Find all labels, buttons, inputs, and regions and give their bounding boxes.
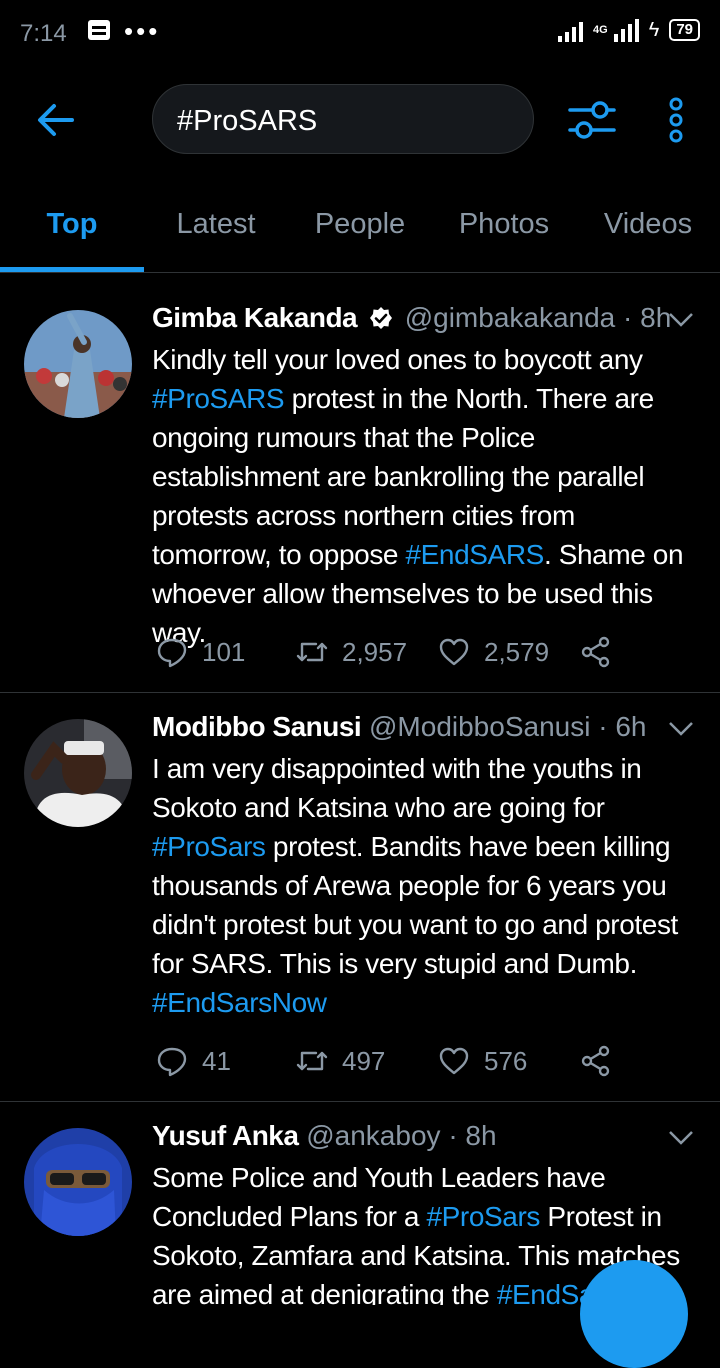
tab-photos[interactable]: Photos bbox=[432, 190, 576, 272]
notification-icon bbox=[88, 20, 110, 40]
charging-icon: ϟ bbox=[648, 18, 660, 41]
author-handle[interactable]: @gimbakakanda bbox=[405, 302, 616, 333]
signal-icon-2 bbox=[613, 18, 639, 42]
reply-count: 41 bbox=[202, 1045, 231, 1076]
tab-videos[interactable]: Videos bbox=[576, 190, 720, 272]
tweet-time: 8h bbox=[640, 302, 672, 333]
tweet-time: 8h bbox=[465, 1120, 497, 1151]
more-options-icon[interactable] bbox=[664, 96, 688, 144]
reply-count: 101 bbox=[202, 636, 246, 667]
retweet-button[interactable]: 2,957 bbox=[296, 636, 438, 668]
back-arrow-icon[interactable] bbox=[36, 102, 76, 138]
hashtag-link[interactable]: #ProSars bbox=[152, 831, 266, 862]
hashtag-link[interactable]: #EndSarsNow bbox=[152, 987, 327, 1018]
tweet-header: Yusuf Anka @ankaboy · 8h bbox=[152, 1120, 497, 1152]
signal-icon bbox=[558, 18, 584, 42]
tab-top[interactable]: Top bbox=[0, 190, 144, 272]
search-filter-icon[interactable] bbox=[568, 100, 616, 140]
separator: · bbox=[598, 711, 608, 742]
hashtag-link[interactable]: #ProSARS bbox=[152, 383, 285, 414]
compose-tweet-button[interactable] bbox=[580, 1260, 688, 1368]
chevron-down-icon[interactable] bbox=[668, 721, 694, 737]
retweet-icon bbox=[296, 1051, 328, 1071]
author-name[interactable]: Yusuf Anka bbox=[152, 1120, 299, 1151]
status-bar: 7:14 ••• 4G ϟ 79 bbox=[0, 0, 720, 64]
tweet-actions: 101 2,957 2,579 bbox=[156, 636, 612, 668]
network-type: 4G bbox=[593, 24, 608, 36]
retweet-count: 497 bbox=[342, 1045, 386, 1076]
like-count: 576 bbox=[484, 1045, 528, 1076]
heart-icon bbox=[439, 1047, 469, 1075]
reply-icon bbox=[157, 638, 187, 668]
like-button[interactable]: 576 bbox=[438, 1045, 580, 1077]
text-segment: I am very disappointed with the youths i… bbox=[152, 753, 642, 823]
tweet[interactable]: Gimba Kakanda @gimbakakanda · 8h Kindly … bbox=[0, 284, 720, 693]
like-button[interactable]: 2,579 bbox=[438, 636, 580, 668]
tab-people[interactable]: People bbox=[288, 190, 432, 272]
verified-badge-icon bbox=[369, 307, 392, 329]
heart-icon bbox=[439, 638, 469, 666]
tweet-text: I am very disappointed with the youths i… bbox=[152, 749, 700, 1022]
search-input[interactable]: #ProSARS bbox=[152, 84, 534, 154]
separator: · bbox=[448, 1120, 458, 1151]
search-tabs: Top Latest People Photos Videos bbox=[0, 190, 720, 273]
tweet-text: Kindly tell your loved ones to boycott a… bbox=[152, 340, 700, 652]
retweet-button[interactable]: 497 bbox=[296, 1045, 438, 1077]
tweet[interactable]: Modibbo Sanusi @ModibboSanusi · 6h I am … bbox=[0, 693, 720, 1102]
tab-latest[interactable]: Latest bbox=[144, 190, 288, 272]
retweet-count: 2,957 bbox=[342, 636, 408, 667]
author-name[interactable]: Gimba Kakanda bbox=[152, 302, 358, 333]
share-icon bbox=[581, 636, 610, 668]
retweet-icon bbox=[296, 642, 328, 662]
tweet-header: Gimba Kakanda @gimbakakanda · 8h bbox=[152, 302, 671, 334]
avatar[interactable] bbox=[24, 1128, 132, 1236]
search-header: #ProSARS bbox=[0, 84, 720, 156]
share-icon bbox=[581, 1045, 610, 1077]
hashtag-link[interactable]: #ProSars bbox=[426, 1201, 540, 1232]
tweet-header: Modibbo Sanusi @ModibboSanusi · 6h bbox=[152, 711, 647, 743]
chevron-down-icon[interactable] bbox=[668, 1130, 694, 1146]
status-time: 7:14 bbox=[20, 20, 67, 47]
separator: · bbox=[623, 302, 633, 333]
author-name[interactable]: Modibbo Sanusi bbox=[152, 711, 362, 742]
reply-button[interactable]: 41 bbox=[156, 1045, 296, 1077]
battery-level: 79 bbox=[669, 19, 700, 41]
author-handle[interactable]: @ankaboy bbox=[306, 1120, 440, 1151]
hashtag-link[interactable]: #EndSARS bbox=[405, 539, 544, 570]
avatar[interactable] bbox=[24, 719, 132, 827]
tweet-time: 6h bbox=[615, 711, 647, 742]
tweet-actions: 41 497 576 bbox=[156, 1045, 612, 1077]
more-notifications-icon: ••• bbox=[124, 16, 161, 46]
reply-button[interactable]: 101 bbox=[156, 636, 296, 668]
chevron-down-icon[interactable] bbox=[668, 312, 694, 328]
author-handle[interactable]: @ModibboSanusi bbox=[369, 711, 590, 742]
like-count: 2,579 bbox=[484, 636, 550, 667]
share-button[interactable] bbox=[580, 636, 612, 668]
avatar[interactable] bbox=[24, 310, 132, 418]
text-segment: Kindly tell your loved ones to boycott a… bbox=[152, 344, 643, 375]
reply-icon bbox=[157, 1047, 187, 1077]
hashtag-link[interactable]: #EndSa bbox=[497, 1279, 595, 1305]
search-query: #ProSARS bbox=[177, 105, 318, 137]
share-button[interactable] bbox=[580, 1045, 612, 1077]
